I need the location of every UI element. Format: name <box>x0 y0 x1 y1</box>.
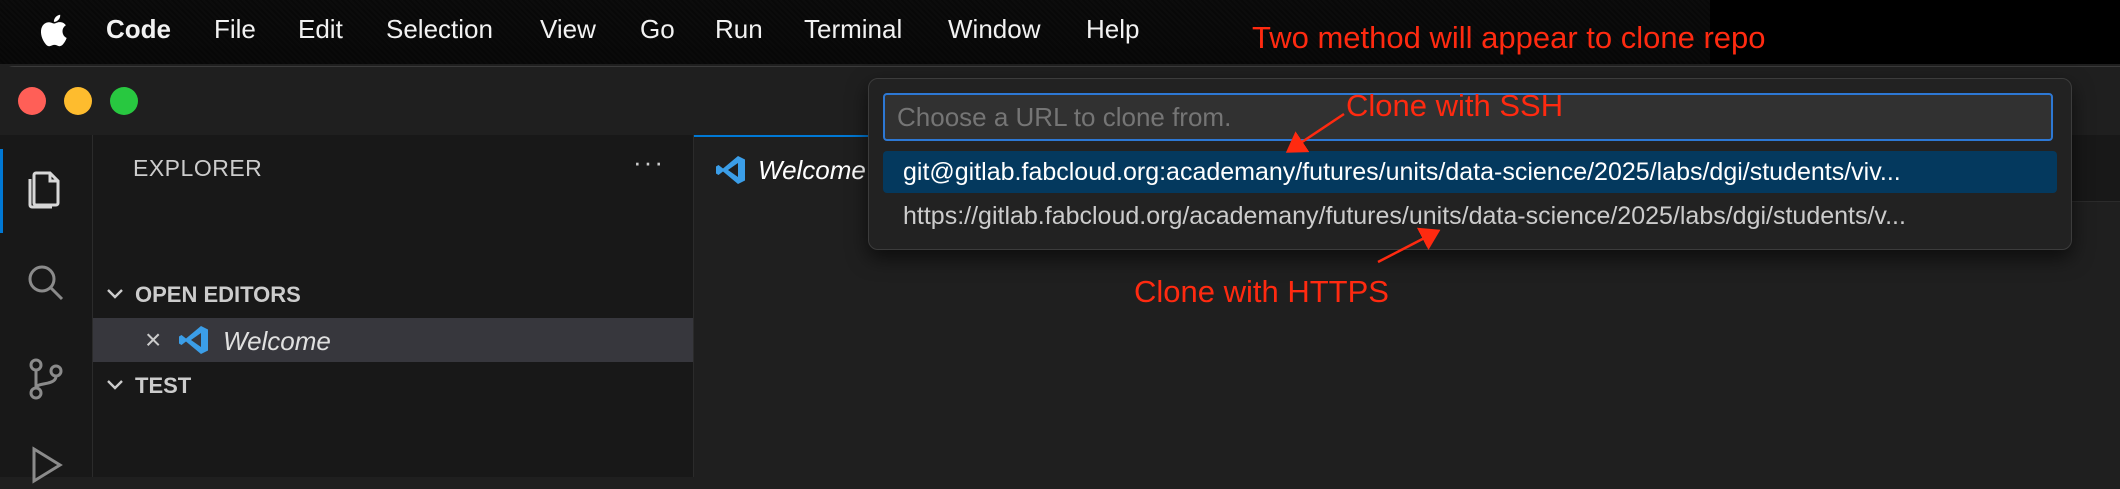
annotation-arrows <box>1285 112 1441 264</box>
https-arrow <box>1377 227 1441 264</box>
ssh-arrow <box>1285 112 1345 153</box>
